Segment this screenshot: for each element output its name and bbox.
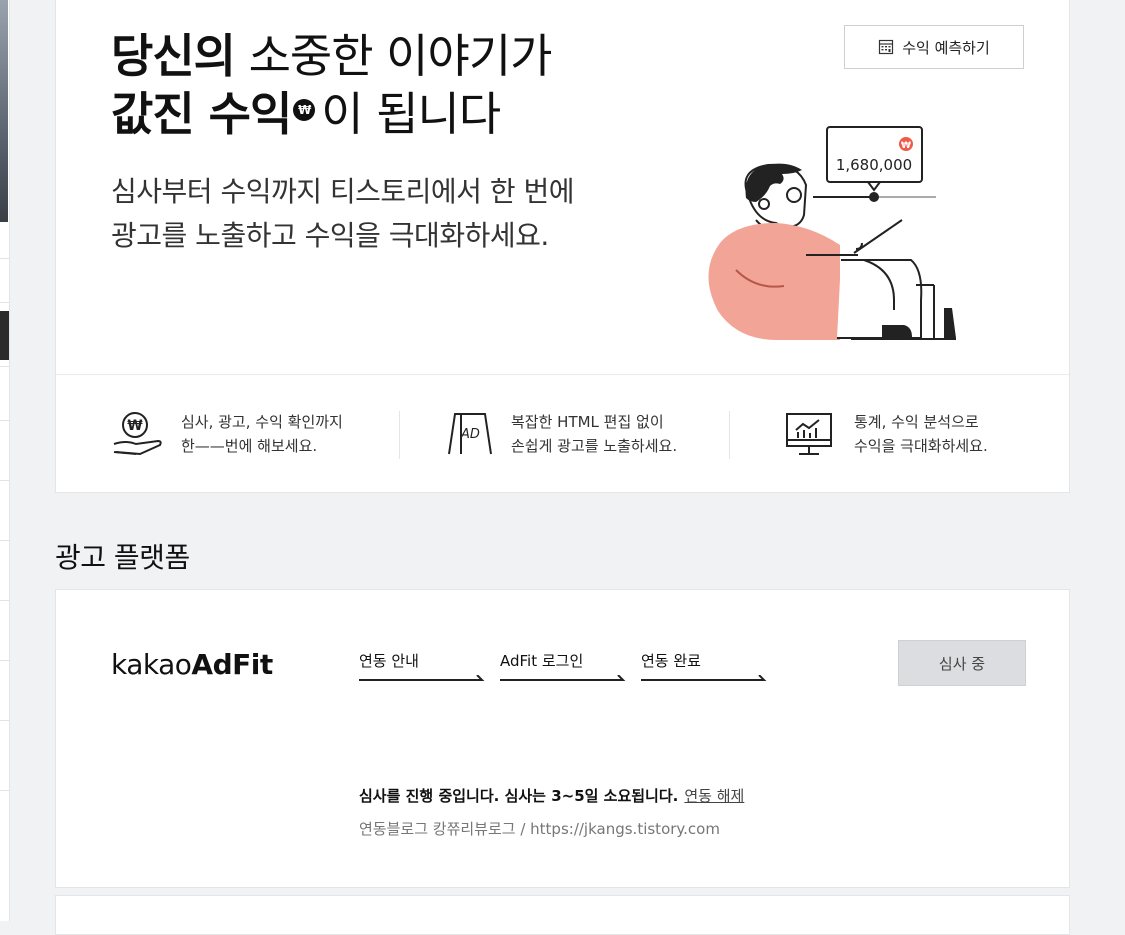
ad-platform-title: 광고 플랫폼 bbox=[55, 541, 190, 574]
divider bbox=[0, 302, 9, 303]
linked-blog-info: 연동블로그 캉쮸리뷰로그 / https://jkangs.tistory.co… bbox=[359, 820, 720, 838]
divider bbox=[0, 366, 9, 367]
revenue-amount: 1,680,000 bbox=[836, 156, 912, 174]
review-status-label: 심사 중 bbox=[938, 654, 986, 673]
feature-item-revenue: ₩ 심사, 광고, 수익 확인까지 한——번에 해보세요. bbox=[111, 410, 343, 458]
adfit-platform-card: kakaoAdFit 연동 안내 AdFit 로그인 연동 완료 심사 중 심사… bbox=[55, 589, 1070, 888]
divider bbox=[0, 420, 9, 421]
sidebar-active-marker bbox=[0, 311, 9, 360]
stats-monitor-icon bbox=[786, 413, 832, 455]
step-label: AdFit 로그인 bbox=[500, 652, 584, 670]
revenue-hero-card: 당신의 소중한 이야기가 값진 수익 ₩ 이 됩니다 심사부터 수익까지 티스토리에… bbox=[55, 0, 1070, 493]
feature-line1: 통계, 수익 분석으로 bbox=[854, 413, 979, 431]
won-hand-icon: ₩ bbox=[113, 412, 162, 456]
sidebar-thumbnail bbox=[0, 0, 8, 222]
divider bbox=[0, 480, 9, 481]
hero-subtitle-line2: 광고를 노출하고 수익을 극대화하세요. bbox=[111, 219, 549, 252]
calculator-icon bbox=[879, 39, 894, 55]
review-status-button[interactable]: 심사 중 bbox=[898, 640, 1026, 686]
review-notice-text: 심사를 진행 중입니다. 심사는 3~5일 소요됩니다. bbox=[359, 787, 679, 805]
divider bbox=[0, 540, 9, 541]
hero-title-bold-2: 값진 수익 bbox=[111, 87, 292, 141]
step-label: 연동 완료 bbox=[641, 652, 701, 670]
feature-item-easy-ads: AD 복잡한 HTML 편집 없이 손쉽게 광고를 노출하세요. bbox=[441, 410, 677, 458]
hero-title-rest-2: 이 됩니다 bbox=[321, 87, 501, 141]
divider bbox=[399, 411, 400, 459]
unlink-link[interactable]: 연동 해제 bbox=[684, 787, 744, 805]
won-coin-label: ₩ bbox=[901, 141, 911, 151]
arrow-right-icon bbox=[359, 675, 485, 681]
predict-revenue-label: 수익 예측하기 bbox=[902, 38, 990, 57]
feature-line2: 한——번에 해보세요. bbox=[181, 437, 318, 455]
feature-line2: 손쉽게 광고를 노출하세요. bbox=[511, 437, 678, 455]
next-card bbox=[55, 895, 1070, 935]
review-notice: 심사를 진행 중입니다. 심사는 3~5일 소요됩니다. 연동 해제 bbox=[359, 785, 744, 806]
svg-text:AD: AD bbox=[460, 427, 480, 442]
divider bbox=[0, 258, 9, 259]
step-adfit-login[interactable]: AdFit 로그인 bbox=[500, 650, 626, 685]
step-link-complete[interactable]: 연동 완료 bbox=[641, 650, 767, 685]
feature-item-analytics: 통계, 수익 분석으로 수익을 극대화하세요. bbox=[784, 410, 988, 458]
hero-title-rest-1: 소중한 이야기가 bbox=[234, 29, 553, 83]
divider bbox=[0, 600, 9, 601]
feature-row: ₩ 심사, 광고, 수익 확인까지 한——번에 해보세요. AD 복잡한 HTM… bbox=[56, 374, 1069, 493]
kakao-adfit-logo: kakaoAdFit bbox=[111, 648, 273, 681]
step-link-guide[interactable]: 연동 안내 bbox=[359, 650, 485, 685]
predict-revenue-button[interactable]: 수익 예측하기 bbox=[844, 25, 1024, 69]
won-badge-icon: ₩ bbox=[293, 98, 316, 121]
divider bbox=[0, 790, 9, 791]
hero-title-bold-1: 당신의 bbox=[111, 29, 236, 83]
divider bbox=[0, 660, 9, 661]
left-page-edge bbox=[0, 0, 10, 921]
right-gutter bbox=[1102, 0, 1125, 921]
feature-line2: 수익을 극대화하세요. bbox=[854, 437, 988, 455]
hero-subtitle-line1: 심사부터 수익까지 티스토리에서 한 번에 bbox=[111, 175, 575, 208]
feature-line1: 복잡한 HTML 편집 없이 bbox=[511, 413, 664, 431]
hero-title: 당신의 소중한 이야기가 값진 수익 ₩ 이 됩니다 bbox=[111, 27, 553, 143]
feature-line1: 심사, 광고, 수익 확인까지 bbox=[181, 413, 343, 431]
hero-subtitle: 심사부터 수익까지 티스토리에서 한 번에 광고를 노출하고 수익을 극대화하세… bbox=[111, 170, 575, 258]
step-label: 연동 안내 bbox=[359, 652, 419, 670]
svg-text:₩: ₩ bbox=[127, 418, 143, 434]
arrow-right-icon bbox=[500, 675, 626, 681]
arrow-right-icon bbox=[641, 675, 767, 681]
divider bbox=[729, 411, 730, 459]
ad-board-icon: AD bbox=[448, 413, 492, 455]
divider bbox=[0, 720, 9, 721]
blogger-laptop-illustration: ₩ 1,680,000 bbox=[708, 126, 956, 341]
